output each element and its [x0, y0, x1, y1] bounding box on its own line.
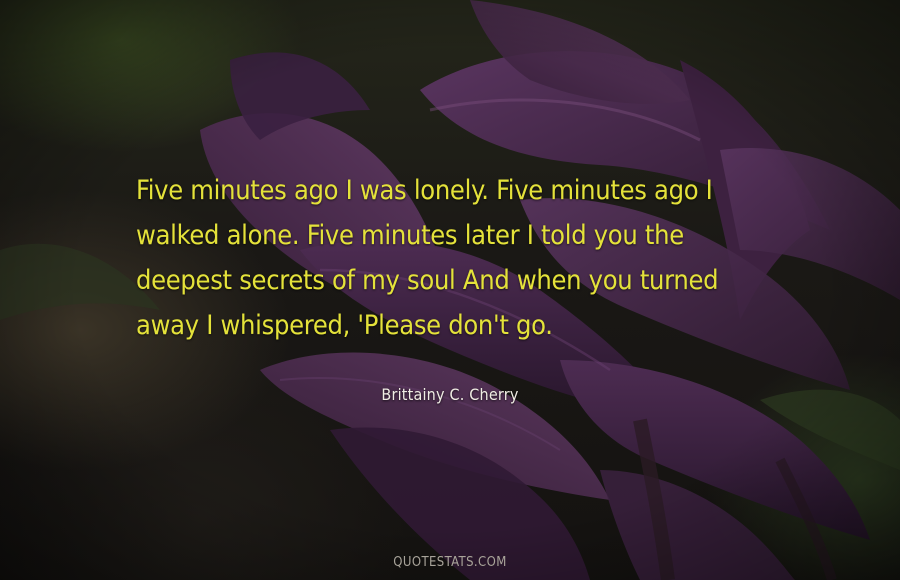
quote-text: Five minutes ago I was lonely. Five minu…	[136, 175, 719, 341]
quote-author: Brittainy C. Cherry	[381, 385, 519, 404]
site-watermark[interactable]: QUOTESTATS.COM	[0, 555, 900, 570]
quote-card: Five minutes ago I was lonely. Five minu…	[0, 0, 900, 580]
